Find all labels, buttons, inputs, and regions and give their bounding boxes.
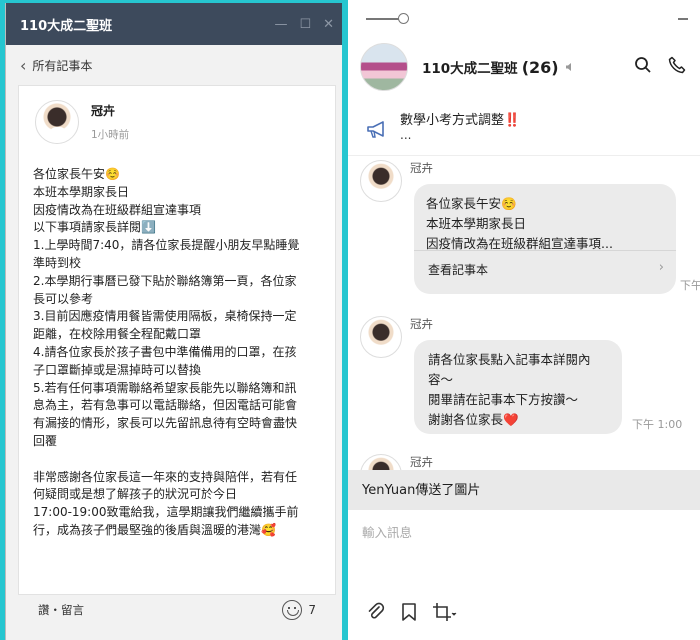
like-count: 7 [308,603,316,617]
post-body-line: 長可以參考 [33,291,94,306]
message-time: 下午 1:00 [632,418,683,431]
author-avatar[interactable] [35,100,79,144]
opacity-slider-handle[interactable] [398,13,409,24]
composer-toolbar [366,602,458,622]
post-body-line: 2.本學期行事曆已發下貼於聯絡簿第一頁，各位家 [33,273,297,288]
message-bubble[interactable]: 請各位家長點入記事本詳閱內 容～ 閱畢請在記事本下方按讚～ 謝謝各位家長❤️ [414,340,622,434]
phone-icon[interactable] [668,56,686,74]
post-body-line: 行，成為孩子們最堅強的後盾與溫暖的港灣🥰 [33,522,276,537]
note-post-card: 冠卉 1小時前 各位家長午安☺️ 本班本學期家長日因疫情改為在班級群組宣達事項 以下… [18,85,336,595]
back-nav[interactable]: ‹ 所有記事本 [6,45,342,85]
message-line: 請各位家長點入記事本詳閱內 [428,352,591,367]
post-body-line: 子口罩斷掉或是濕掉時可以替換 [33,362,202,377]
view-note-link[interactable]: 查看記事本 [428,260,488,280]
reaction-summary[interactable]: 7 [282,600,316,620]
paperclip-icon[interactable] [366,602,386,622]
group-avatar[interactable] [360,43,408,91]
note-window-titlebar: 110大成二聖班 — ☐ ✕ [6,3,342,45]
post-body-line: 準時到校 [33,255,82,270]
message-line: 閱畢請在記事本下方按讚～ [428,392,579,407]
note-window-title: 110大成二聖班 [20,18,113,34]
back-label[interactable]: 所有記事本 [32,57,92,74]
post-body-line: 息為主，若有急事可以電話聯絡，但因電話可能會 [33,398,298,413]
member-count: (26) [521,57,559,77]
post-footer: 讚・留言 7 [18,595,336,625]
screenshot-crop-icon[interactable] [432,602,458,622]
minimize-icon[interactable]: — [274,17,287,32]
message-composer: 輸入訊息 [348,510,700,640]
post-body: 各位家長午安☺️ 本班本學期家長日因疫情改為在班級群組宣達事項 以下事項請家長詳閱⬇… [33,166,325,540]
chat-message: 冠卉 各位家長午安☺️ 本班本學期家長日 因疫情改為在班級群組宣達事項... 查… [360,160,700,300]
speaker-muted-icon [565,63,571,71]
like-comment-button[interactable]: 讚・留言 [38,602,84,618]
maximize-icon[interactable]: ☐ [299,17,311,32]
post-body-line: 1.上學時間7:40，請各位家長提醒小朋友早點睡覺 [33,238,300,253]
post-body-line: 3.目前因應疫情用餐皆需使用隔板，桌椅保持一定 [33,309,297,324]
post-body-line: 各位家長午安☺️ [33,167,120,181]
note-window: 110大成二聖班 — ☐ ✕ ‹ 所有記事本 冠卉 1小時前 各位家長午安☺️ 本… [5,3,342,640]
post-body-line: 5.若有任何事項需聯絡希望家長能先以聯絡簿和訊 [33,380,297,395]
sender-name: 冠卉 [410,161,433,175]
bookmark-icon[interactable] [400,602,418,622]
chevron-right-icon[interactable]: › [659,258,664,278]
post-author-row: 冠卉 1小時前 [19,86,335,144]
sender-avatar[interactable] [360,160,402,202]
search-icon[interactable] [634,56,652,74]
announcement-more: ... [400,128,412,142]
window-controls: — ☐ ✕ [274,17,334,32]
post-body-line: 17:00-19:00致電給我，這學期讓我們繼續攜手前 [33,505,299,520]
post-body-line: 非常感謝各位家長這一年來的支持與陪伴，若有任 [33,469,298,484]
message-line: 謝謝各位家長❤️ [428,412,519,427]
message-line: 因疫情改為在班級群組宣達事項... [426,236,613,251]
chat-group-name: 110大成二聖班 [422,61,518,77]
post-body-line: 以下事項請家長詳閱⬇️ [33,220,156,235]
author-name: 冠卉 [91,104,116,118]
close-icon[interactable]: ✕ [323,17,334,32]
image-sent-notice[interactable]: YenYuan傳送了圖片 [348,470,700,510]
announcement-banner[interactable]: 數學小考方式調整‼️ ... [348,98,700,156]
post-body-line: 4.請各位家長於孩子書包中準備備用的口罩，在孩 [33,344,297,359]
chat-top-strip [348,0,700,36]
smiley-icon[interactable] [282,600,303,620]
post-body-line [33,451,325,469]
sender-name: 冠卉 [410,455,433,469]
message-input[interactable]: 輸入訊息 [362,522,412,541]
post-body-line: 因疫情改為在班級群組宣達事項 [33,202,202,217]
megaphone-icon [367,121,384,138]
message-line: 本班本學期家長日 [426,216,527,231]
sender-name: 冠卉 [410,317,433,331]
sender-avatar[interactable] [360,316,402,358]
minimize-icon[interactable] [678,18,688,20]
bubble-divider [414,250,676,251]
announcement-text: 數學小考方式調整‼️ [400,113,521,128]
header-actions [634,56,686,74]
message-bubble[interactable]: 各位家長午安☺️ 本班本學期家長日 因疫情改為在班級群組宣達事項... 查看記事… [414,184,676,294]
post-body-line: 有漏接的情形，家長可以先留訊息待有空時會盡快 [33,416,298,431]
message-time: 下午 [680,279,700,292]
chevron-left-icon[interactable]: ‹ [20,56,26,75]
post-body-line: 回覆 [33,433,58,448]
post-body-line: 本班本學期家長日 [33,184,130,199]
post-time: 1小時前 [91,129,130,141]
chat-message: 冠卉 請各位家長點入記事本詳閱內 容～ 閱畢請在記事本下方按讚～ 謝謝各位家長❤… [360,316,700,436]
message-line: 各位家長午安☺️ [426,196,517,211]
post-body-line: 何疑問或是想了解孩子的狀況可於今日 [33,487,238,502]
chat-window: 110大成二聖班 (26) 數學小考方式調整‼️ ... 冠卉 各位家長午安☺️… [348,0,700,640]
post-body-line: 距離，在校除用餐全程配戴口罩 [33,327,202,342]
message-line: 容～ [428,372,454,387]
